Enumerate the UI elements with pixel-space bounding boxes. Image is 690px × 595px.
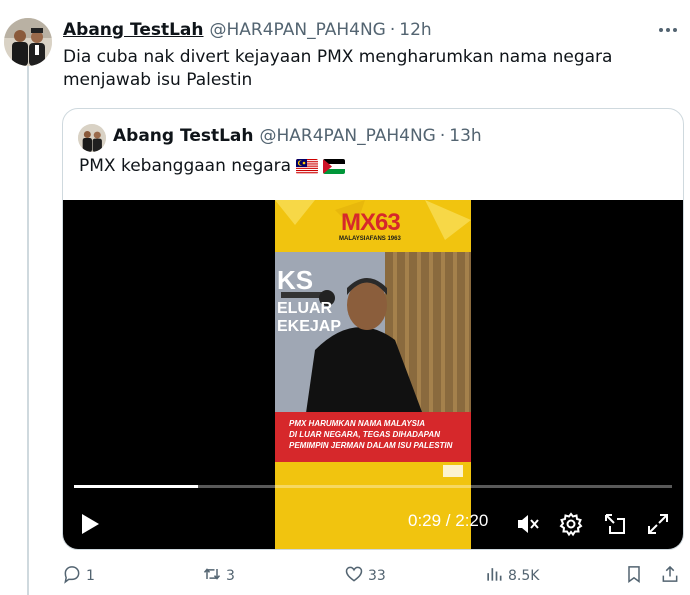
malaysia-flag-icon xyxy=(296,158,319,174)
share-icon xyxy=(660,564,680,588)
settings-icon[interactable] xyxy=(558,511,584,537)
share-button[interactable] xyxy=(660,564,680,588)
like-count: 33 xyxy=(368,568,386,584)
reply-count: 1 xyxy=(86,568,95,584)
views-button[interactable]: 8.5K xyxy=(484,564,539,588)
quote-author-name: Abang TestLah xyxy=(113,126,254,146)
analytics-icon xyxy=(484,564,504,588)
quote-author-handle: @HAR4PAN_PAH4NG xyxy=(259,126,436,146)
author-handle[interactable]: @HAR4PAN_PAH4NG xyxy=(210,20,386,40)
avatar[interactable] xyxy=(4,18,52,66)
repost-button[interactable]: 3 xyxy=(202,564,235,588)
backdrop-text-1: KS xyxy=(277,265,314,295)
caption-line-2: DI LUAR NEGARA, TEGAS DIHADAPAN xyxy=(289,430,440,439)
video-frame: MX63 MALAYSIAFANS 1963 KS ELUAR EKEJAP P… xyxy=(275,200,471,549)
bookmark-button[interactable] xyxy=(624,564,644,588)
timestamp[interactable]: 12h xyxy=(399,20,431,40)
more-horizontal-icon[interactable] xyxy=(656,18,680,42)
bookmark-icon xyxy=(624,564,644,588)
repost-icon xyxy=(202,564,222,588)
palestine-flag-icon xyxy=(323,158,346,174)
backdrop-text-2: ELUAR xyxy=(277,300,333,317)
caption-line-3: PEMIMPIN JERMAN DALAM ISU PALESTIN xyxy=(289,441,453,450)
progress-bar[interactable] xyxy=(74,485,672,488)
mute-icon[interactable] xyxy=(515,511,541,537)
mx63-logo: MX63 xyxy=(341,209,401,236)
quote-header: Abang TestLah @HAR4PAN_PAH4NG · 13h xyxy=(113,125,482,147)
heart-icon xyxy=(344,564,364,588)
separator: · xyxy=(389,20,396,40)
video-caption: PMX HARUMKAN NAMA MALAYSIA DI LUAR NEGAR… xyxy=(289,418,469,451)
tweet-header: Abang TestLah @HAR4PAN_PAH4NG · 12h xyxy=(63,18,432,42)
backdrop-text-3: EKEJAP xyxy=(277,318,342,335)
reply-icon xyxy=(62,564,82,588)
quote-text: PMX kebanggaan negara xyxy=(79,156,292,176)
tweet-text: Dia cuba nak divert kejayaan PMX menghar… xyxy=(63,47,613,90)
reply-button[interactable]: 1 xyxy=(62,564,95,588)
thread-line xyxy=(27,66,29,595)
caption-line-1: PMX HARUMKAN NAMA MALAYSIA xyxy=(289,419,425,428)
quote-text-row: PMX kebanggaan negara xyxy=(79,156,346,176)
video-player[interactable]: MX63 MALAYSIAFANS 1963 KS ELUAR EKEJAP P… xyxy=(63,200,683,549)
fullscreen-icon[interactable] xyxy=(645,511,671,537)
logo-subtext: MALAYSIAFANS 1963 xyxy=(339,236,401,242)
quote-avatar[interactable] xyxy=(78,124,106,152)
pip-icon[interactable] xyxy=(602,511,628,537)
repost-count: 3 xyxy=(226,568,235,584)
action-bar: 1 3 33 8.5K xyxy=(62,564,688,588)
views-count: 8.5K xyxy=(508,568,540,584)
quote-timestamp: 13h xyxy=(449,126,482,146)
separator: · xyxy=(439,126,446,146)
like-button[interactable]: 33 xyxy=(344,564,386,588)
quote-tweet[interactable]: Abang TestLah @HAR4PAN_PAH4NG · 13h PMX … xyxy=(62,108,684,550)
video-time: 0:29 / 2:20 xyxy=(408,511,489,530)
progress-fill xyxy=(74,485,198,488)
author-name[interactable]: Abang TestLah xyxy=(63,20,204,40)
play-icon[interactable] xyxy=(79,512,101,536)
